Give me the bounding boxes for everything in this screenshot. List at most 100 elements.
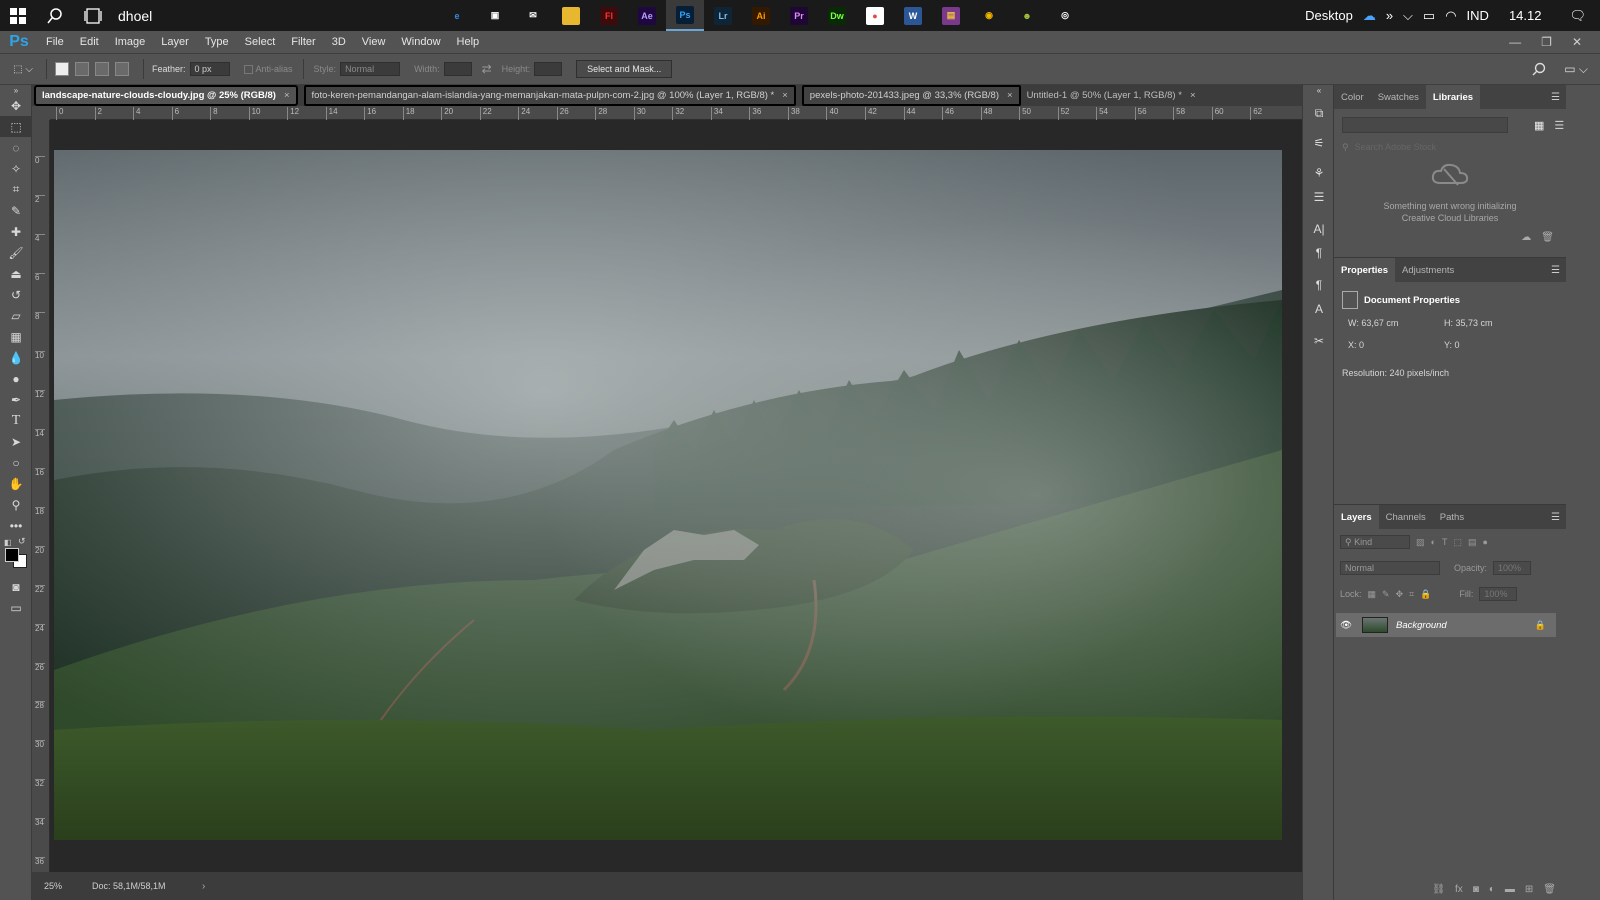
zoom-tool-icon[interactable]: ⚲ xyxy=(0,494,32,515)
panel-tab-libraries[interactable]: Libraries xyxy=(1425,85,1481,109)
close-button[interactable]: ✕ xyxy=(1572,35,1582,49)
layer-filter-kind[interactable]: ⚲ Kind xyxy=(1340,535,1410,549)
taskbar-app-button[interactable]: ◎ xyxy=(1046,0,1084,31)
ellipse-tool-icon[interactable]: ○ xyxy=(0,452,32,473)
zoom-level[interactable]: 25% xyxy=(32,881,92,891)
intersect-selection-icon[interactable] xyxy=(115,62,129,76)
menu-3d[interactable]: 3D xyxy=(324,36,354,48)
panel-tab-layers[interactable]: Layers xyxy=(1334,505,1379,529)
notification-icon[interactable]: 🗨 xyxy=(1569,8,1586,24)
stock-search-field[interactable]: ⚲ Search Adobe Stock xyxy=(1342,139,1558,155)
dodge-tool-icon[interactable]: ● xyxy=(0,368,32,389)
taskbar-app-button[interactable]: ● xyxy=(856,0,894,31)
adjustment-filter-icon[interactable]: ◐ xyxy=(1431,537,1436,547)
height-value[interactable]: 35,73 cm xyxy=(1456,318,1493,328)
gradient-tool-icon[interactable]: ▦ xyxy=(0,326,32,347)
layer-name[interactable]: Background xyxy=(1396,620,1447,631)
blur-tool-icon[interactable]: 💧 xyxy=(0,347,32,368)
visibility-eye-icon[interactable]: 👁 xyxy=(1336,620,1356,631)
fill-input[interactable]: 100% xyxy=(1479,587,1518,601)
taskbar-app-button[interactable]: W xyxy=(894,0,932,31)
panel-menu-icon[interactable]: ☰ xyxy=(1551,265,1566,276)
new-layer-icon[interactable]: ⊞ xyxy=(1525,884,1533,895)
menu-image[interactable]: Image xyxy=(107,36,154,48)
panel-menu-icon[interactable]: ☰ xyxy=(1551,92,1566,103)
status-menu-icon[interactable]: › xyxy=(202,881,205,892)
foreground-color-swatch[interactable] xyxy=(5,548,19,562)
lock-pixels-icon[interactable]: ✎ xyxy=(1382,589,1390,600)
taskbar-app-button[interactable]: ◉ xyxy=(970,0,1008,31)
menu-select[interactable]: Select xyxy=(237,36,284,48)
link-layers-icon[interactable]: ⛓ xyxy=(1432,884,1445,895)
screen-mode-icon[interactable]: ▭ xyxy=(0,597,32,618)
document-tab[interactable]: landscape-nature-clouds-cloudy.jpg @ 25%… xyxy=(34,85,298,106)
move-tool-icon[interactable]: ✥ xyxy=(0,95,32,116)
canvas-pasteboard[interactable] xyxy=(50,120,1302,872)
chevron-up-icon[interactable]: » xyxy=(1386,8,1393,23)
panel-tab-properties[interactable]: Properties xyxy=(1334,258,1395,282)
history-brush-tool-icon[interactable]: ↺ xyxy=(0,284,32,305)
healing-brush-tool-icon[interactable]: ✚ xyxy=(0,221,32,242)
swap-colors-icon[interactable]: ↺ xyxy=(18,536,26,547)
opacity-input[interactable]: 100% xyxy=(1493,561,1532,575)
more-tools-icon[interactable]: ••• xyxy=(0,515,32,536)
filter-toggle-icon[interactable]: ● xyxy=(1482,537,1487,547)
horizontal-ruler[interactable]: 0 2 4 6 8 10 12 14 16 18 20 22 24 26 28 30 32 34 36 38 40 42 4… xyxy=(50,106,1302,120)
panel-tab-color[interactable]: Color xyxy=(1334,85,1371,109)
lock-transparent-icon[interactable]: ▦ xyxy=(1368,589,1377,600)
minimize-button[interactable]: — xyxy=(1509,35,1521,49)
menu-view[interactable]: View xyxy=(354,36,394,48)
brush-icon[interactable]: ⚘ xyxy=(1303,161,1335,185)
grid-view-icon[interactable]: ▦ xyxy=(1534,119,1544,132)
taskbar-app-button[interactable]: Ps xyxy=(666,0,704,31)
close-tab-icon[interactable]: × xyxy=(1190,90,1196,101)
eyedropper-tool-icon[interactable]: ✎ xyxy=(0,200,32,221)
style-select[interactable]: Normal xyxy=(340,62,401,76)
width-value[interactable]: 63,67 cm xyxy=(1361,318,1398,328)
taskbar-app-button[interactable]: Lr xyxy=(704,0,742,31)
brush-settings-icon[interactable]: ☰ xyxy=(1303,185,1335,209)
taskbar-app-button[interactable]: ☻ xyxy=(1008,0,1046,31)
taskbar-app-button[interactable]: ✉ xyxy=(514,0,552,31)
taskbar-app-button[interactable]: ▣ xyxy=(476,0,514,31)
collapse-toolbar-icon[interactable]: » xyxy=(0,85,32,95)
layer-row-background[interactable]: 👁 Background 🔒 xyxy=(1336,613,1556,637)
rectangular-marquee-tool-icon[interactable]: ⬚ xyxy=(0,116,32,137)
trash-icon[interactable]: 🗑 xyxy=(1541,232,1554,243)
taskbar-app-button[interactable]: ▬ xyxy=(552,0,590,31)
character-styles-icon[interactable]: A xyxy=(1303,297,1335,321)
character-icon[interactable]: A| xyxy=(1303,217,1335,241)
language-indicator[interactable]: IND xyxy=(1467,8,1489,23)
smart-object-filter-icon[interactable]: ▤ xyxy=(1468,537,1477,548)
new-selection-icon[interactable] xyxy=(55,62,69,76)
paragraph-styles-icon[interactable]: ¶ xyxy=(1303,273,1335,297)
tools-icon[interactable]: ✂ xyxy=(1303,329,1335,353)
feather-input[interactable]: 0 px xyxy=(189,62,230,76)
pixel-filter-icon[interactable]: ▨ xyxy=(1416,537,1425,548)
select-and-mask-button[interactable]: Select and Mask... xyxy=(576,60,673,78)
crop-tool-icon[interactable]: ⌗ xyxy=(0,179,32,200)
magic-wand-tool-icon[interactable]: ✧ xyxy=(0,158,32,179)
collapse-dock-icon[interactable]: « xyxy=(1303,85,1335,95)
document-tab[interactable]: foto-keren-pemandangan-alam-islandia-yan… xyxy=(303,85,796,106)
pen-tool-icon[interactable]: ✒ xyxy=(0,389,32,410)
blend-mode-select[interactable]: Normal xyxy=(1340,561,1440,575)
panel-menu-icon[interactable]: ☰ xyxy=(1551,512,1566,523)
search-icon[interactable] xyxy=(1532,62,1546,76)
close-tab-icon[interactable]: × xyxy=(1007,90,1013,101)
type-filter-icon[interactable]: T xyxy=(1442,537,1448,547)
path-selection-tool-icon[interactable]: ➤ xyxy=(0,431,32,452)
taskbar-app-button[interactable]: Ae xyxy=(628,0,666,31)
wifi-icon[interactable]: ◠ xyxy=(1445,8,1456,24)
canvas-image[interactable] xyxy=(54,150,1282,840)
tool-presets-icon[interactable]: ⚟ xyxy=(1303,131,1335,155)
quick-mask-icon[interactable]: ◙ xyxy=(0,576,32,597)
new-group-icon[interactable]: ▬ xyxy=(1505,884,1515,895)
subtract-from-selection-icon[interactable] xyxy=(95,62,109,76)
type-tool-icon[interactable]: T xyxy=(0,410,32,431)
default-colors-icon[interactable]: ◧ xyxy=(4,538,12,547)
add-to-selection-icon[interactable] xyxy=(75,62,89,76)
list-view-icon[interactable]: ☰ xyxy=(1554,119,1564,132)
brush-tool-icon[interactable]: 🖌 xyxy=(0,242,32,263)
paragraph-icon[interactable]: ¶ xyxy=(1303,241,1335,265)
